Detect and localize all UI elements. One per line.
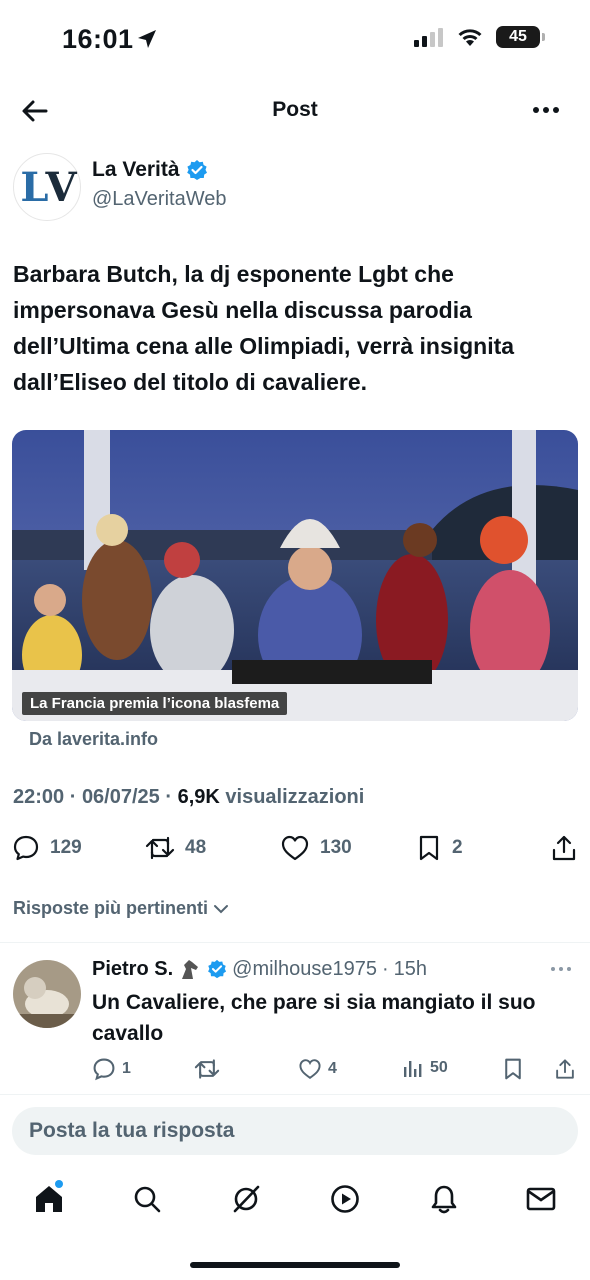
tab-home[interactable]: [29, 1176, 69, 1222]
reply-views-button[interactable]: 50: [402, 1057, 448, 1079]
reply-header[interactable]: Pietro S. @milhouse1975 · 15h: [92, 957, 427, 981]
repost-count: 48: [185, 837, 207, 858]
video-icon: [331, 1185, 359, 1213]
reply-icon: [93, 1058, 115, 1081]
bookmark-icon: [505, 1058, 521, 1080]
reply-age: 15h: [393, 957, 428, 980]
verified-badge-icon: [208, 959, 227, 979]
reply-count: 129: [50, 837, 82, 858]
cellular-signal-icon: [414, 28, 443, 47]
bottom-tab-bar: [0, 1176, 590, 1222]
reply-bookmark-button[interactable]: [502, 1057, 524, 1081]
divider: [0, 1094, 590, 1095]
reply-view-count: 50: [430, 1059, 448, 1076]
bookmark-count: 2: [452, 837, 463, 858]
location-arrow-icon: [138, 30, 156, 48]
share-button[interactable]: [550, 834, 578, 862]
reply-repost-button[interactable]: [194, 1057, 220, 1081]
reply-author-handle: @milhouse1975: [232, 957, 377, 980]
like-button[interactable]: 130: [280, 834, 352, 862]
reply-reply-button[interactable]: 1: [92, 1057, 131, 1081]
avatar-letter-l: L: [20, 163, 48, 211]
reply-reply-count: 1: [122, 1060, 131, 1077]
page-title: Post: [272, 98, 318, 121]
heart-icon: [281, 835, 309, 861]
views-label: visualizzazioni: [225, 786, 365, 808]
author-handle[interactable]: @LaVeritaWeb: [92, 188, 226, 211]
share-icon: [552, 835, 576, 861]
tweet-actions: 129 48 130 2: [12, 834, 578, 866]
author-avatar[interactable]: LV: [13, 153, 81, 221]
tweet-date[interactable]: 06/07/25: [82, 786, 160, 808]
horse-icon: [182, 960, 199, 979]
reply-actions: 1 4 50: [92, 1057, 582, 1083]
bookmark-button[interactable]: 2: [416, 834, 463, 862]
status-time: 16:01: [62, 24, 134, 54]
grok-icon: [233, 1185, 260, 1213]
replies-sort-label: Risposte più pertinenti: [13, 898, 209, 918]
reply-like-count: 4: [328, 1060, 337, 1077]
compose-placeholder: Posta la tua risposta: [29, 1119, 235, 1142]
heart-icon: [299, 1059, 321, 1079]
tab-messages[interactable]: [521, 1176, 561, 1222]
replies-sort-dropdown[interactable]: Risposte più pertinenti: [13, 898, 230, 919]
messages-icon: [526, 1187, 556, 1211]
view-count: 6,9K: [177, 786, 220, 808]
reply-avatar[interactable]: [13, 960, 81, 1028]
reply-author-name: Pietro S.: [92, 957, 174, 980]
media-caption: La Francia premia l’icona blasfema: [22, 692, 288, 715]
reply-text: Un Cavaliere, che pare si sia mangiato i…: [92, 991, 536, 1045]
analytics-icon: [404, 1061, 422, 1077]
tweet-meta: 22:00 · 06/07/25 · 6,9K visualizzazioni: [13, 786, 365, 808]
tweet-time[interactable]: 22:00: [13, 786, 64, 808]
search-icon: [134, 1186, 161, 1213]
more-options-icon[interactable]: [532, 100, 560, 120]
link-source[interactable]: Da laverita.info: [29, 729, 158, 750]
bookmark-icon: [419, 835, 439, 861]
tab-search[interactable]: [127, 1176, 167, 1222]
reply-share-button[interactable]: [554, 1057, 576, 1081]
reply-compose-input[interactable]: Posta la tua risposta: [12, 1107, 578, 1155]
author-name-row[interactable]: La Verità: [92, 158, 208, 182]
wifi-icon: [458, 29, 482, 46]
home-badge-dot: [55, 1180, 63, 1188]
repost-button[interactable]: 48: [145, 834, 206, 862]
share-icon: [556, 1059, 574, 1079]
home-indicator: [190, 1262, 400, 1268]
chevron-down-icon: [214, 904, 229, 913]
tab-video[interactable]: [325, 1176, 365, 1222]
avatar-letter-v: V: [45, 163, 77, 211]
author-name: La Verità: [92, 158, 180, 181]
tab-grok[interactable]: [226, 1176, 266, 1222]
repost-icon: [145, 836, 175, 860]
tweet-text: Barbara Butch, la dj esponente Lgbt che …: [13, 261, 515, 395]
tweet-image[interactable]: [12, 430, 578, 721]
reply-more-icon[interactable]: [550, 962, 572, 976]
battery-indicator: 45: [496, 26, 545, 48]
reply-button[interactable]: 129: [12, 834, 82, 862]
repost-icon: [194, 1059, 220, 1079]
reply-like-button[interactable]: 4: [298, 1057, 337, 1081]
divider: [0, 942, 590, 943]
status-indicators: 45: [414, 26, 545, 48]
like-count: 130: [320, 837, 352, 858]
tab-notifications[interactable]: [424, 1176, 464, 1222]
battery-level: 45: [509, 28, 527, 45]
notifications-icon: [431, 1185, 457, 1214]
reply-icon: [13, 835, 39, 861]
verified-badge-icon: [186, 160, 207, 180]
